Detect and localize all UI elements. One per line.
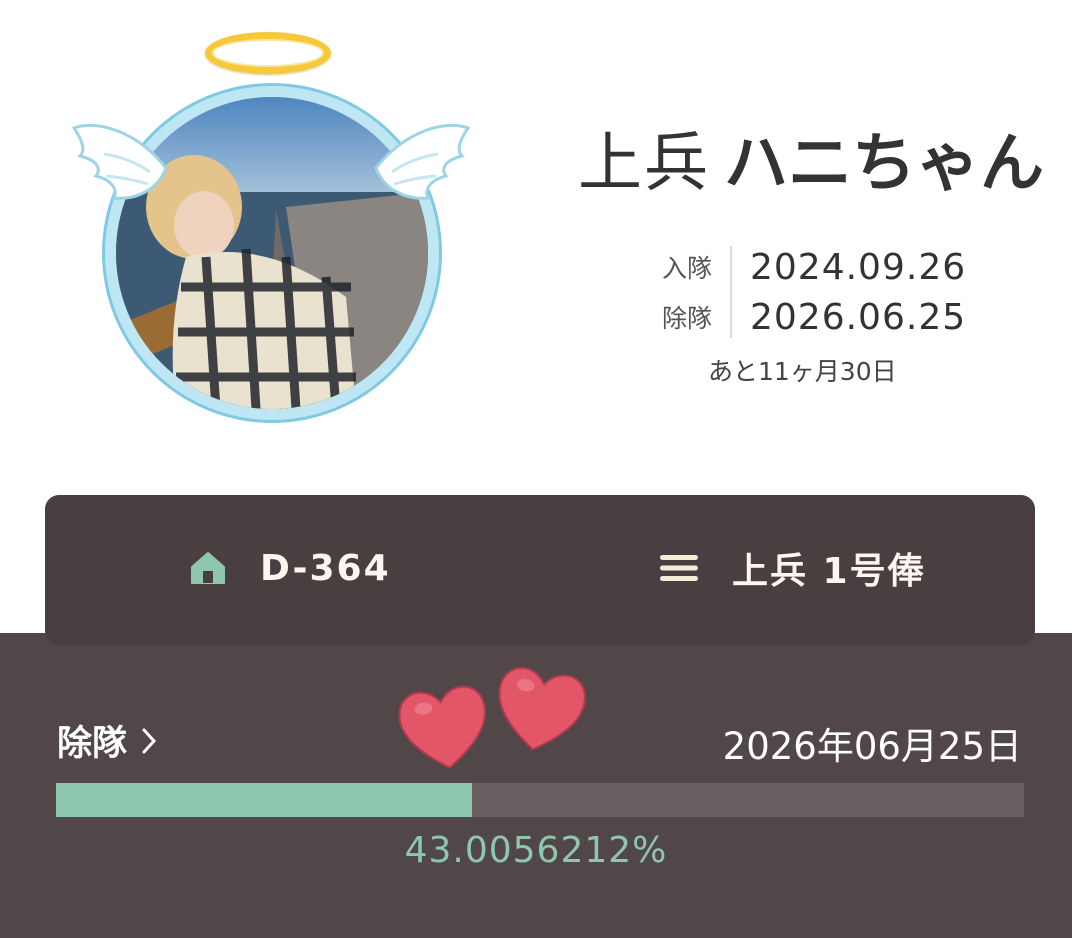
enlist-date: 2024.09.26 <box>750 246 967 288</box>
status-card: D-364 上兵 1号俸 <box>45 495 1035 645</box>
rank-label: 上兵 <box>578 127 710 201</box>
progress-fill <box>56 783 473 817</box>
profile-name: 上兵 ハニちゃん <box>578 126 1058 202</box>
profile-avatar[interactable] <box>62 28 482 428</box>
menu-icon <box>660 555 698 581</box>
service-dates: 入隊 2024.09.26 除隊 2026.06.25 <box>650 242 966 342</box>
home-icon <box>191 552 225 584</box>
discharge-link[interactable]: 除隊 <box>57 715 157 766</box>
discharge-row: 除隊 2026.06.25 <box>650 292 966 342</box>
chevron-right-icon <box>142 728 157 753</box>
remaining-time: あと11ヶ月30日 <box>708 357 897 386</box>
discharge-label: 除隊 <box>661 304 712 333</box>
dday-item[interactable]: D-364 <box>190 543 391 593</box>
discharge-link-label: 除隊 <box>57 724 128 764</box>
enlist-label: 入隊 <box>661 254 712 283</box>
wing-right-icon <box>374 123 471 200</box>
halo-icon <box>205 32 331 74</box>
wing-left-icon <box>71 123 168 200</box>
hearts-icon <box>398 667 586 769</box>
progress-percent: 43.0056212% <box>404 830 668 871</box>
enlist-row: 入隊 2024.09.26 <box>650 242 966 292</box>
rank-pay-item[interactable]: 上兵 1号俸 <box>660 543 926 593</box>
discharge-progress-bar <box>56 783 1024 817</box>
rank-pay-label: 上兵 1号俸 <box>732 551 926 592</box>
discharge-date: 2026.06.25 <box>750 296 967 338</box>
dday-label: D-364 <box>260 547 391 589</box>
nickname: ハニちゃん <box>724 127 1044 201</box>
date-divider <box>730 246 732 338</box>
discharge-date-full: 2026年06月25日 <box>722 725 1022 768</box>
